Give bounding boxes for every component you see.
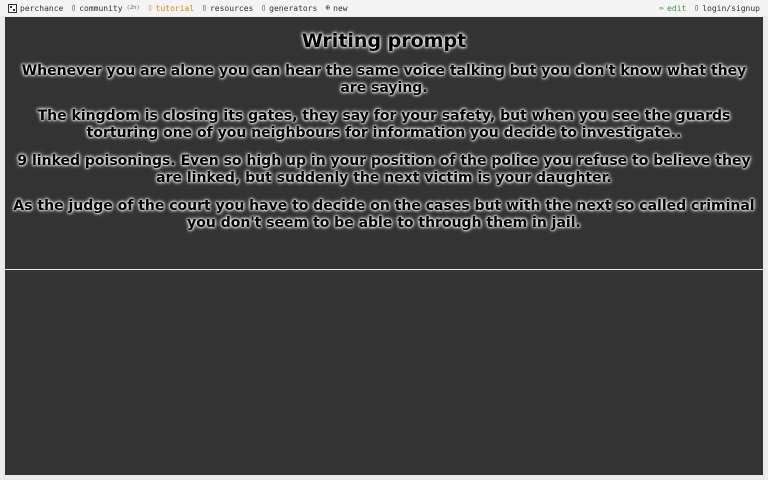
nav-perchance-home[interactable]: perchance [8,3,64,13]
nav-login-signup[interactable]: ▯ login/signup [694,4,760,13]
nav-resources[interactable]: ▯ resources [202,4,253,13]
generator-output-panel: Writing prompt Whenever you are alone yo… [5,17,763,269]
pencil-icon: ✏ [659,3,665,12]
nav-resources-label: resources [209,3,254,13]
prompt-item: Whenever you are alone you can hear the … [21,63,747,96]
nav-community-label: community [79,3,123,13]
prompt-item: The kingdom is closing its gates, they s… [37,108,731,141]
plus-circle-icon: ⊕ [325,3,331,12]
output-content: Writing prompt Whenever you are alone yo… [5,30,763,232]
dice-logo-icon [8,3,17,13]
book-icon: ▯ [147,3,153,12]
nav-new-label: new [333,3,348,13]
output-title: Writing prompt [301,30,467,52]
top-navbar: perchance ▯ community (2h) ▯ tutorial ▯ … [0,0,768,16]
nav-tutorial-label: tutorial [155,3,195,13]
prompt-item: 9 linked poisonings. Even so high up in … [17,153,751,186]
nav-edit[interactable]: ✏ edit [659,4,686,13]
prompt-item: As the judge of the court you have to de… [13,198,755,231]
community-count-badge: (2h) [126,5,140,11]
prompt-list: Whenever you are alone you can hear the … [5,63,763,232]
nav-perchance-label: perchance [20,3,64,13]
nav-left: perchance ▯ community (2h) ▯ tutorial ▯ … [8,3,348,13]
nav-edit-label: edit [667,3,687,13]
chat-bubble-icon: ▯ [71,3,77,12]
nav-tutorial[interactable]: ▯ tutorial [148,4,194,13]
nav-generators[interactable]: ▯ generators [261,4,317,13]
nav-login-signup-label: login/signup [702,3,760,13]
user-icon: ▯ [694,3,700,12]
nav-new[interactable]: ⊕ new [325,4,347,13]
list-icon: ▯ [261,3,267,12]
folder-icon: ▯ [202,3,207,12]
nav-generators-label: generators [269,3,318,13]
nav-community[interactable]: ▯ community (2h) [71,4,139,13]
nav-right: ✏ edit ▯ login/signup [659,4,760,13]
lower-panel [5,270,763,475]
